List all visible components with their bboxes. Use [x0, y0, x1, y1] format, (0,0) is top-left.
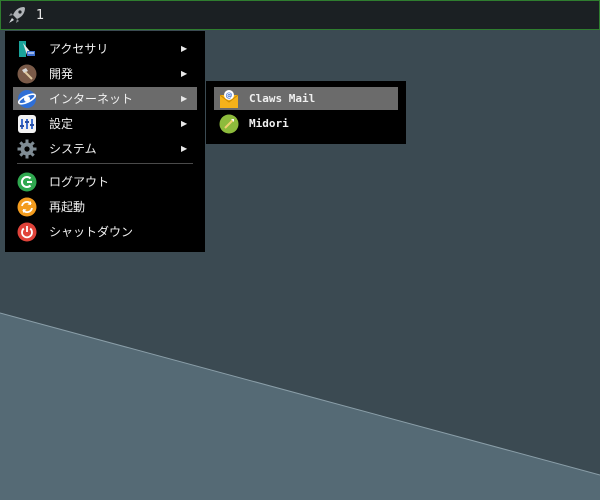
menu-item-label: アクセサリ — [49, 42, 109, 56]
submenu-item-claws-mail[interactable]: @ Claws Mail — [214, 87, 398, 110]
accessories-icon — [17, 39, 37, 59]
menu-item-label: 開発 — [49, 67, 74, 81]
menu-item-system[interactable]: システム ▶ — [13, 137, 197, 160]
internet-submenu: @ Claws Mail Midori — [206, 81, 406, 144]
internet-icon — [17, 89, 37, 109]
submenu-item-midori[interactable]: Midori — [214, 112, 398, 135]
menu-item-label: 再起動 — [49, 200, 86, 214]
claws-mail-icon: @ — [219, 89, 239, 109]
submenu-arrow-icon: ▶ — [181, 144, 188, 153]
svg-text:@: @ — [226, 91, 233, 99]
submenu-arrow-icon: ▶ — [181, 69, 188, 78]
menu-item-accessories[interactable]: アクセサリ ▶ — [13, 37, 197, 60]
submenu-arrow-icon: ▶ — [181, 44, 188, 53]
menu-item-label: 設定 — [49, 117, 74, 131]
menu-item-shutdown[interactable]: シャットダウン — [13, 220, 197, 243]
shutdown-icon — [17, 222, 37, 242]
launcher-button[interactable] — [6, 4, 28, 26]
desktop-background: 1 アクセサリ ▶ 開発 ▶ インターネット ▶ 設定 ▶ システム ▶ ログア… — [0, 0, 600, 500]
midori-icon — [219, 114, 239, 134]
menu-separator — [17, 163, 193, 164]
logout-icon — [17, 172, 37, 192]
menu-item-label: ログアウト — [49, 175, 110, 189]
system-gear-icon — [17, 139, 37, 159]
menu-item-label: Midori — [249, 117, 289, 130]
reboot-icon — [17, 197, 37, 217]
menu-item-label: Claws Mail — [249, 92, 316, 105]
workspace-label[interactable]: 1 — [36, 8, 44, 23]
menu-item-label: インターネット — [49, 92, 134, 106]
main-menu: アクセサリ ▶ 開発 ▶ インターネット ▶ 設定 ▶ システム ▶ ログアウト… — [5, 31, 205, 252]
submenu-arrow-icon: ▶ — [181, 119, 188, 128]
submenu-arrow-icon: ▶ — [181, 94, 188, 103]
menu-item-label: システム — [49, 142, 97, 156]
menu-item-settings[interactable]: 設定 ▶ — [13, 112, 197, 135]
menu-item-label: シャットダウン — [49, 225, 134, 239]
taskbar: 1 — [0, 0, 600, 30]
menu-item-logout[interactable]: ログアウト — [13, 170, 197, 193]
development-icon — [17, 64, 37, 84]
settings-icon — [17, 114, 37, 134]
menu-item-reboot[interactable]: 再起動 — [13, 195, 197, 218]
rocket-icon — [9, 7, 25, 23]
menu-item-development[interactable]: 開発 ▶ — [13, 62, 197, 85]
menu-item-internet[interactable]: インターネット ▶ — [13, 87, 197, 110]
